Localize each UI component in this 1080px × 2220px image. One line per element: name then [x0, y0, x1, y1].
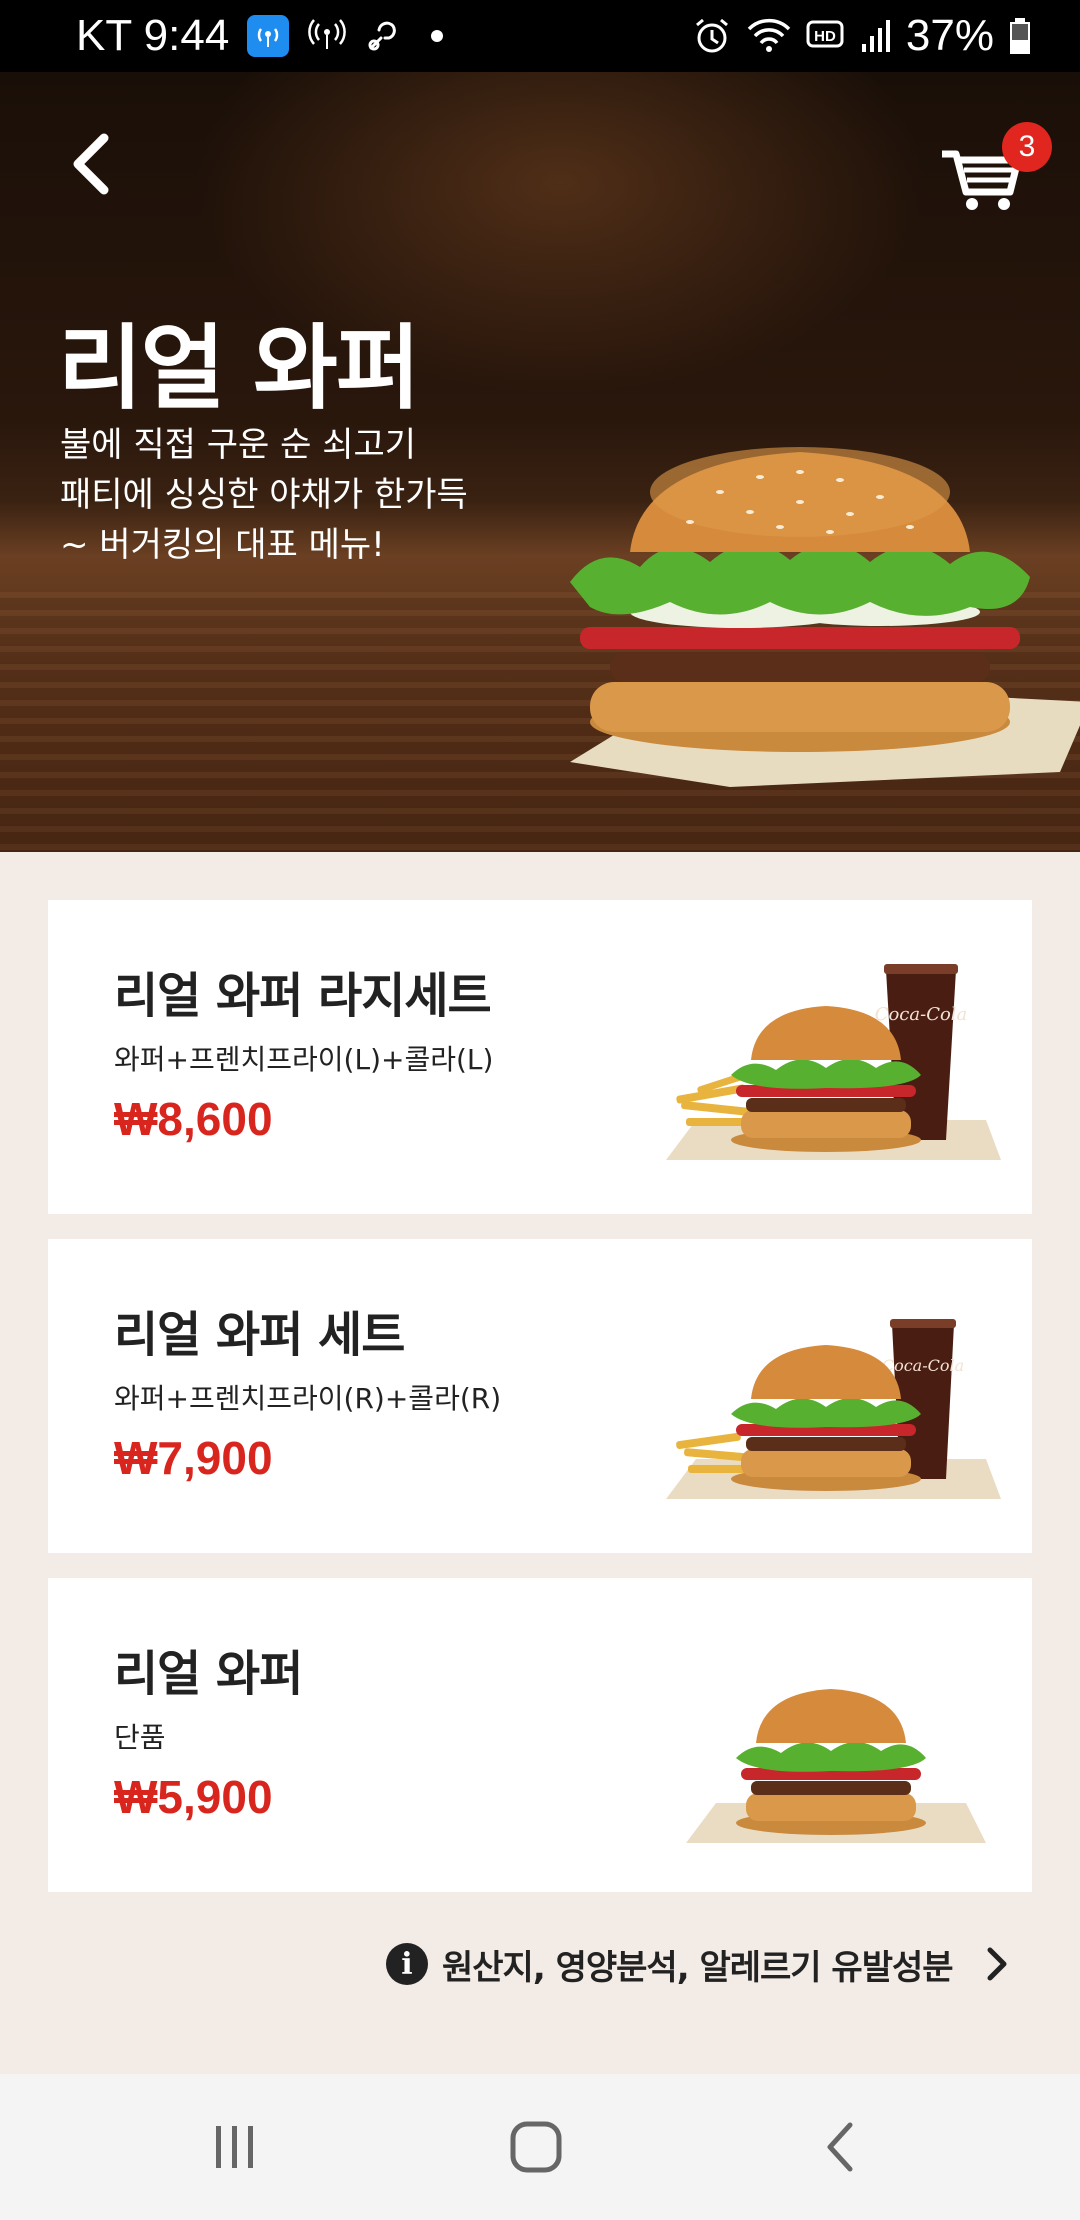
menu-item-price: ₩5,900	[114, 1771, 273, 1823]
chevron-right-icon	[985, 1946, 1009, 1982]
whopper-hero-image	[570, 447, 1080, 787]
broadcast-icon	[307, 18, 347, 54]
menu-item-name: 리얼 와퍼 라지세트	[114, 968, 492, 1024]
hero-description-line: 패티에 싱싱한 야채가 한가득	[60, 475, 468, 515]
menu-item-composition: 와퍼+프렌치프라이(R)+콜라(R)	[114, 1382, 502, 1415]
chevron-left-icon	[73, 133, 109, 195]
menu-item-name: 리얼 와퍼 세트	[114, 1307, 405, 1363]
menu-item-price: ₩8,600	[114, 1093, 273, 1145]
menu-list: 리얼 와퍼 라지세트 와퍼+프렌치프라이(L)+콜라(L) ₩8,600 Coc…	[48, 900, 1032, 1917]
signal-icon	[860, 18, 892, 54]
status-bar: KT 9:44 HD 37%	[0, 0, 1080, 72]
notification-dot-icon	[431, 30, 444, 42]
carrier-time: KT 9:44	[76, 11, 230, 60]
back-button[interactable]	[60, 124, 120, 204]
info-link-label: 원산지, 영양분석, 알레르기 유발성분	[442, 1947, 954, 1988]
recent-apps-icon	[216, 2126, 253, 2168]
system-back-button[interactable]	[760, 2074, 920, 2220]
hero-banner: 3 리얼 와퍼 불에 직접 구운 순 쇠고기 패티에 싱싱한 야채가 한가득 ~…	[0, 72, 1080, 852]
battery-icon	[1008, 16, 1032, 56]
page-title: 리얼 와퍼	[58, 315, 421, 422]
hotspot-icon	[247, 15, 290, 57]
large-set-image: Coca-Cola	[666, 964, 1001, 1160]
cart-button[interactable]: 3	[940, 122, 1052, 222]
home-icon	[510, 2121, 562, 2173]
recent-apps-button[interactable]	[155, 2074, 315, 2220]
battery-percent: 37%	[905, 11, 994, 60]
system-navigation-bar	[0, 2074, 1080, 2220]
svg-text:Coca-Cola: Coca-Cola	[875, 1004, 968, 1025]
menu-item-set[interactable]: 리얼 와퍼 세트 와퍼+프렌치프라이(R)+콜라(R) ₩7,900 Coca-…	[48, 1239, 1032, 1553]
menu-item-name: 리얼 와퍼	[114, 1646, 303, 1702]
hero-description-line: ~ 버거킹의 대표 메뉴!	[60, 525, 385, 565]
menu-item-large-set[interactable]: 리얼 와퍼 라지세트 와퍼+프렌치프라이(L)+콜라(L) ₩8,600 Coc…	[48, 900, 1032, 1214]
back-arrow-icon	[827, 2122, 853, 2172]
cart-count-badge: 3	[1002, 122, 1052, 172]
info-icon: i	[386, 1943, 428, 1985]
svg-text:HD: HD	[814, 28, 836, 45]
set-image: Coca-Cola	[666, 1319, 1001, 1499]
menu-item-composition: 단품	[114, 1721, 166, 1754]
svg-text:Coca-Cola: Coca-Cola	[882, 1356, 964, 1375]
link-icon	[365, 18, 405, 54]
hero-description-line: 불에 직접 구운 순 쇠고기	[60, 425, 417, 465]
menu-item-composition: 와퍼+프렌치프라이(L)+콜라(L)	[114, 1043, 494, 1076]
menu-item-price: ₩7,900	[114, 1432, 273, 1484]
alarm-icon	[692, 16, 732, 56]
single-burger-image	[686, 1689, 986, 1843]
hd-voice-icon: HD	[806, 18, 846, 54]
nutrition-allergen-info-link[interactable]: i 원산지, 영양분석, 알레르기 유발성분	[386, 1934, 1036, 1994]
home-button[interactable]	[456, 2074, 616, 2220]
menu-item-single[interactable]: 리얼 와퍼 단품 ₩5,900	[48, 1578, 1032, 1892]
hero-description: 불에 직접 구운 순 쇠고기 패티에 싱싱한 야채가 한가득 ~ 버거킹의 대표…	[60, 420, 468, 570]
wifi-icon	[746, 17, 792, 55]
